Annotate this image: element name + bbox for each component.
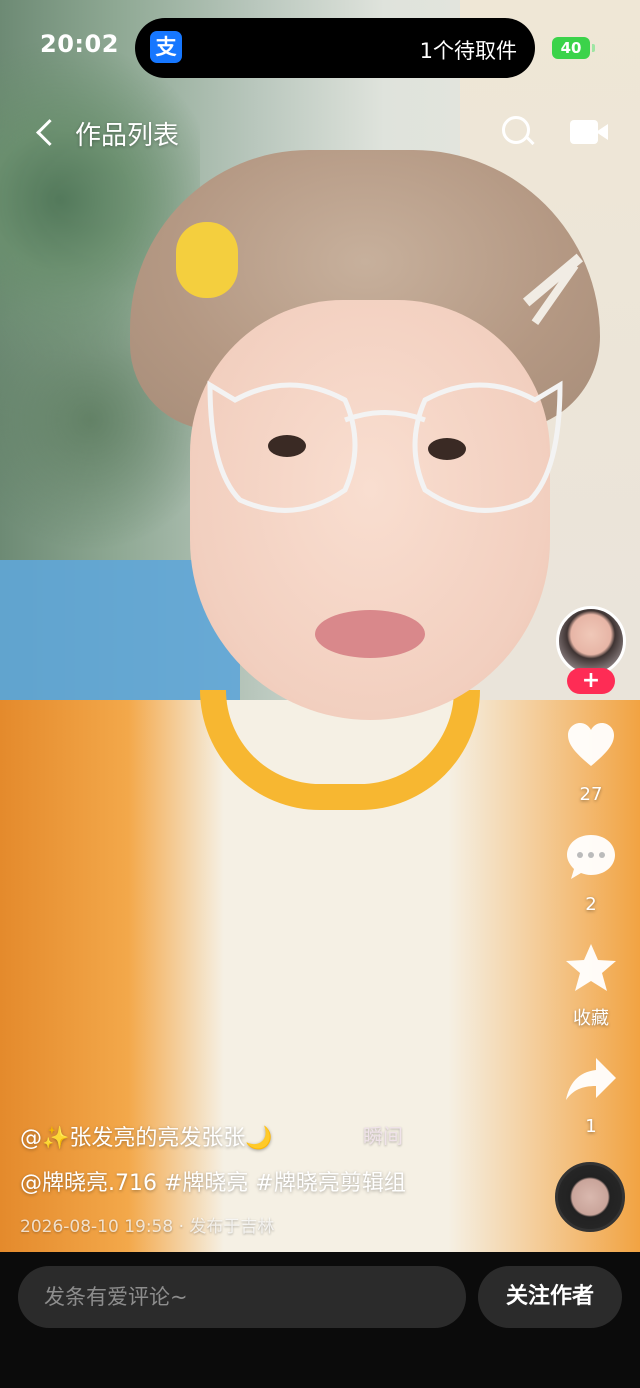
share-icon[interactable] [564,1056,618,1104]
battery-icon: 40 [552,37,595,59]
back-icon[interactable] [30,110,70,154]
alipay-icon: 支 [150,31,182,63]
comment-input[interactable]: 发条有爱评论~ [18,1266,466,1328]
post-meta: 2026-08-10 19:58 · 发布于吉林 [20,1217,275,1237]
favorite-label: 收藏 [573,1008,609,1029]
caption-hashtags[interactable]: @牌晓亮.716 #牌晓亮 #牌晓亮剪辑组 [20,1165,406,1197]
comment-count: 2 [585,894,597,915]
duck-hairclip [176,222,238,298]
cat-ear-glasses [207,380,563,513]
mouth [315,610,425,658]
comment-icon[interactable] [565,832,617,882]
share-count: 1 [585,1116,597,1137]
island-text: 1个待取件 [419,39,517,63]
video-frame[interactable] [0,0,640,1252]
caption-author[interactable]: @✨张发亮的亮发张张🌙 [20,1120,273,1152]
star-icon[interactable] [564,942,618,994]
camera-icon[interactable] [570,118,608,146]
follow-plus-button[interactable]: + [567,668,615,694]
like-count: 27 [579,784,603,805]
search-icon[interactable] [498,112,538,152]
moment-tag: 瞬间 [363,1124,403,1148]
author-avatar[interactable] [556,606,626,676]
follow-author-button[interactable]: 关注作者 [478,1266,622,1328]
status-time: 20:02 [40,30,119,58]
heart-icon[interactable] [566,722,616,768]
page-title: 作品列表 [75,121,180,151]
music-disc-icon[interactable] [555,1162,625,1232]
dynamic-island[interactable]: 1个待取件 [135,18,535,78]
